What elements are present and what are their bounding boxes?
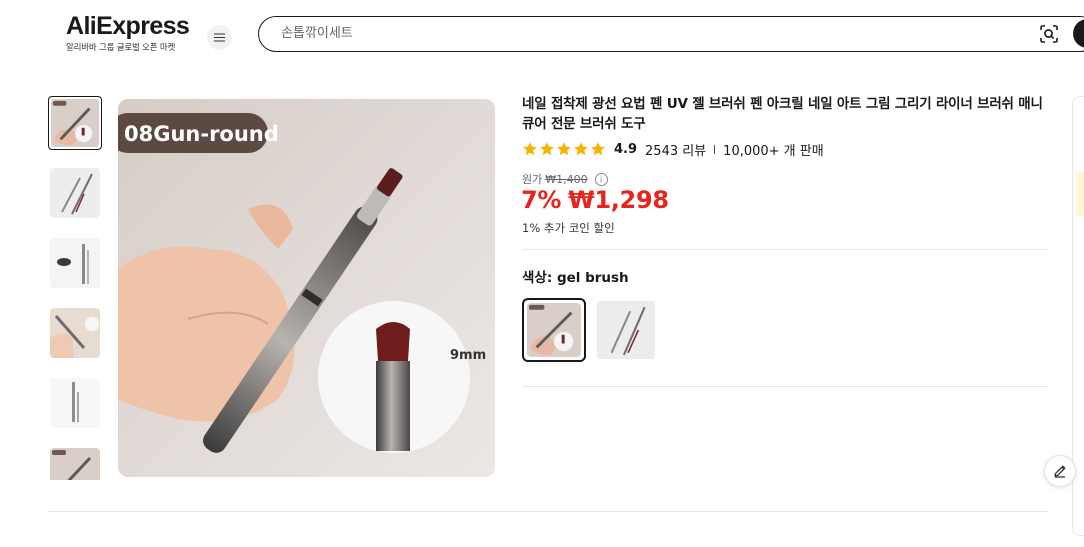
edit-button[interactable]: [1044, 455, 1076, 487]
thumbnail-6[interactable]: [50, 448, 100, 480]
menu-button[interactable]: [207, 25, 232, 50]
star-icon: [591, 142, 605, 156]
main-product-image[interactable]: 08Gun-round 9mm: [118, 99, 495, 477]
thumbnail-5[interactable]: [50, 378, 100, 428]
sold-count: 10,000+ 개 판매: [723, 143, 824, 159]
original-price-row: 원가 ₩1,400 i: [522, 171, 608, 187]
discount-percent: 7%: [521, 186, 562, 214]
search-button[interactable]: [1073, 19, 1084, 48]
thumbnail-1[interactable]: [48, 96, 102, 150]
original-price-label: 원가: [522, 173, 543, 186]
star-icon: [540, 142, 554, 156]
star-rating: [522, 141, 606, 157]
divider: [714, 144, 716, 154]
original-price: ₩1,400: [545, 172, 588, 186]
current-price: ₩1,298: [568, 186, 669, 214]
logo-subtitle: 알리바바 그룹 글로벌 오픈 마켓: [66, 43, 176, 53]
variant-option-2[interactable]: [594, 298, 658, 362]
price-row: 7% ₩1,298: [521, 186, 669, 214]
search-input[interactable]: [281, 17, 981, 50]
pencil-icon: [1054, 465, 1066, 478]
star-icon: [574, 142, 588, 156]
thumbnail-2[interactable]: [50, 168, 100, 218]
rating-row: 4.9 2543 리뷰 10,000+ 개 판매: [522, 140, 824, 159]
star-icon: [523, 142, 537, 156]
star-icon: [557, 142, 571, 156]
zoom-size-label: 9mm: [450, 348, 486, 363]
product-title: 네일 접착제 광선 요법 펜 UV 젤 브러쉬 펜 아크릴 네일 아트 그림 그…: [522, 96, 1043, 132]
variant-gel-brush[interactable]: [522, 298, 586, 362]
search-bar: [258, 16, 1084, 52]
camera-search-icon[interactable]: [1039, 24, 1059, 44]
review-count-link[interactable]: 2543 리뷰: [645, 140, 706, 159]
divider: [522, 386, 1048, 387]
gallery-badge-text: 08Gun-round: [124, 122, 279, 146]
info-icon[interactable]: i: [594, 172, 608, 186]
divider: [522, 249, 1048, 250]
rating-value: 4.9: [614, 141, 638, 157]
hamburger-icon: [214, 36, 225, 39]
side-accent: [1076, 172, 1084, 216]
thumbnail-3[interactable]: [50, 238, 100, 288]
thumbnail-4[interactable]: [50, 308, 100, 358]
color-label: 색상: gel brush: [522, 270, 629, 286]
logo-text: AliExpress: [66, 12, 190, 40]
section-divider: [48, 511, 1049, 512]
thumbnail-list: [48, 96, 102, 480]
coin-discount: 1% 추가 코인 할인: [522, 221, 615, 235]
aliexpress-logo[interactable]: AliExpress 알리바바 그룹 글로벌 오픈 마켓: [66, 12, 190, 56]
